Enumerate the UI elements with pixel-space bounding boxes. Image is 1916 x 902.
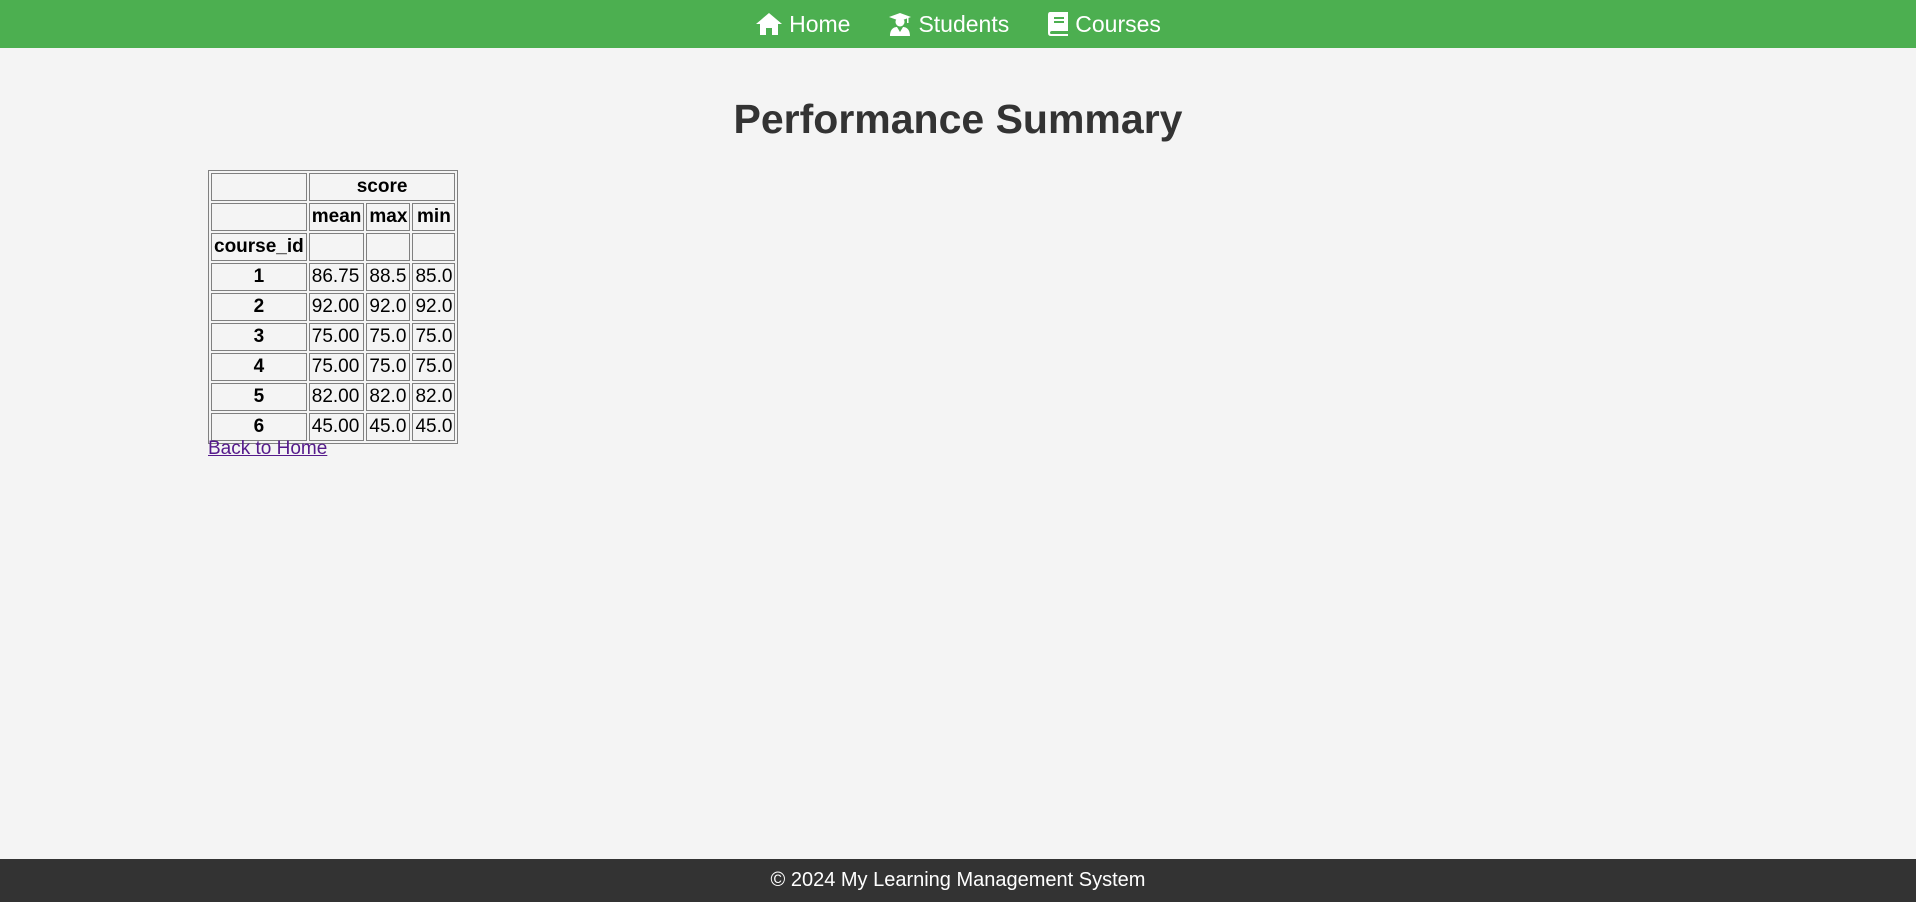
cell-max: 88.5 — [366, 263, 411, 291]
graduate-icon — [888, 12, 912, 36]
book-icon — [1047, 12, 1069, 36]
row-course-id: 6 — [211, 413, 307, 441]
header-empty-cell — [211, 203, 307, 231]
table-row: 5 82.00 82.0 82.0 — [211, 383, 456, 411]
header-empty-cell — [366, 233, 411, 261]
nav-courses-label: Courses — [1075, 10, 1161, 37]
cell-min: 45.0 — [412, 413, 456, 441]
header-empty-cell — [412, 233, 456, 261]
cell-mean: 45.00 — [308, 413, 365, 441]
cell-max: 92.0 — [366, 293, 411, 321]
row-course-id: 4 — [211, 353, 307, 381]
cell-mean: 75.00 — [308, 353, 365, 381]
cell-min: 82.0 — [412, 383, 456, 411]
table-subheader-row: mean max min — [211, 203, 456, 231]
cell-min: 75.0 — [412, 323, 456, 351]
nav-students-label: Students — [918, 10, 1010, 37]
row-course-id: 1 — [211, 263, 307, 291]
nav-home-label: Home — [789, 10, 851, 37]
row-course-id: 2 — [211, 293, 307, 321]
header-max: max — [366, 203, 411, 231]
back-to-home-link[interactable]: Back to Home — [208, 438, 327, 460]
page-title: Performance Summary — [733, 96, 1183, 142]
cell-min: 92.0 — [412, 293, 456, 321]
header-empty-cell — [308, 233, 365, 261]
cell-mean: 86.75 — [308, 263, 365, 291]
nav-students-link[interactable]: Students — [888, 11, 1009, 38]
row-course-id: 3 — [211, 323, 307, 351]
top-nav: Home Students Courses — [0, 0, 1916, 48]
home-icon — [755, 12, 783, 36]
header-group-score: score — [308, 173, 456, 201]
performance-table: score mean max min course_id 1 86.75 88.… — [208, 170, 459, 444]
cell-min: 75.0 — [412, 353, 456, 381]
header-min: min — [412, 203, 456, 231]
table-index-row: course_id — [211, 233, 456, 261]
cell-max: 75.0 — [366, 323, 411, 351]
footer-copyright: © 2024 My Learning Management System — [770, 869, 1146, 891]
table-header-row: score — [211, 173, 456, 201]
header-empty-cell — [211, 173, 307, 201]
nav-courses-link[interactable]: Courses — [1047, 11, 1161, 38]
table-row: 1 86.75 88.5 85.0 — [211, 263, 456, 291]
cell-mean: 75.00 — [308, 323, 365, 351]
table-row: 6 45.00 45.0 45.0 — [211, 413, 456, 441]
header-mean: mean — [308, 203, 365, 231]
table-row: 3 75.00 75.0 75.0 — [211, 323, 456, 351]
table-row: 4 75.00 75.0 75.0 — [211, 353, 456, 381]
cell-max: 82.0 — [366, 383, 411, 411]
table-row: 2 92.00 92.0 92.0 — [211, 293, 456, 321]
cell-mean: 82.00 — [308, 383, 365, 411]
nav-home-link[interactable]: Home — [755, 11, 850, 38]
cell-max: 75.0 — [366, 353, 411, 381]
cell-max: 45.0 — [366, 413, 411, 441]
row-course-id: 5 — [211, 383, 307, 411]
cell-mean: 92.00 — [308, 293, 365, 321]
cell-min: 85.0 — [412, 263, 456, 291]
header-index-name: course_id — [211, 233, 307, 261]
footer: © 2024 My Learning Management System — [0, 859, 1916, 902]
